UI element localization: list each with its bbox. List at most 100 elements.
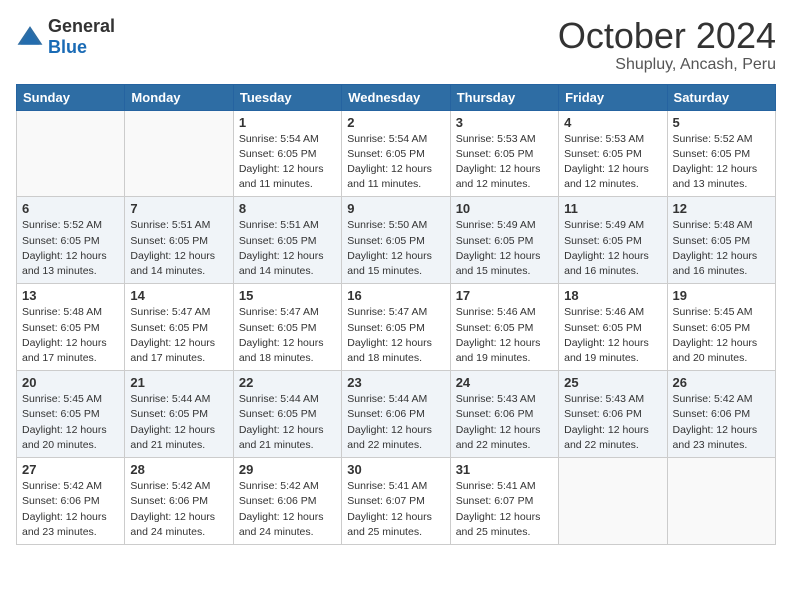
calendar-cell: 21 Sunrise: 5:44 AMSunset: 6:05 PMDayligh… (125, 371, 233, 458)
day-number: 31 (456, 462, 553, 477)
logo-blue: Blue (48, 37, 87, 57)
page-header: General Blue October 2024 Shupluy, Ancas… (16, 16, 776, 74)
day-header-tuesday: Tuesday (233, 84, 341, 110)
cell-details: Sunrise: 5:44 AMSunset: 6:05 PMDaylight:… (130, 392, 227, 453)
cell-details: Sunrise: 5:46 AMSunset: 6:05 PMDaylight:… (456, 305, 553, 366)
calendar-header-row: SundayMondayTuesdayWednesdayThursdayFrid… (17, 84, 776, 110)
day-number: 20 (22, 375, 119, 390)
cell-details: Sunrise: 5:42 AMSunset: 6:06 PMDaylight:… (673, 392, 770, 453)
calendar-cell: 17 Sunrise: 5:46 AMSunset: 6:05 PMDayligh… (450, 284, 558, 371)
cell-details: Sunrise: 5:52 AMSunset: 6:05 PMDaylight:… (673, 132, 770, 193)
day-number: 4 (564, 115, 661, 130)
calendar-cell: 16 Sunrise: 5:47 AMSunset: 6:05 PMDayligh… (342, 284, 450, 371)
day-number: 28 (130, 462, 227, 477)
calendar-cell: 11 Sunrise: 5:49 AMSunset: 6:05 PMDayligh… (559, 197, 667, 284)
day-number: 16 (347, 288, 444, 303)
calendar-week-row: 27 Sunrise: 5:42 AMSunset: 6:06 PMDayligh… (17, 458, 776, 545)
day-number: 6 (22, 201, 119, 216)
calendar-cell: 8 Sunrise: 5:51 AMSunset: 6:05 PMDaylight… (233, 197, 341, 284)
calendar-week-row: 6 Sunrise: 5:52 AMSunset: 6:05 PMDaylight… (17, 197, 776, 284)
cell-details: Sunrise: 5:47 AMSunset: 6:05 PMDaylight:… (239, 305, 336, 366)
calendar-cell: 6 Sunrise: 5:52 AMSunset: 6:05 PMDaylight… (17, 197, 125, 284)
cell-details: Sunrise: 5:54 AMSunset: 6:05 PMDaylight:… (347, 132, 444, 193)
day-header-monday: Monday (125, 84, 233, 110)
title-block: October 2024 Shupluy, Ancash, Peru (558, 16, 776, 74)
day-number: 1 (239, 115, 336, 130)
cell-details: Sunrise: 5:42 AMSunset: 6:06 PMDaylight:… (130, 479, 227, 540)
cell-details: Sunrise: 5:52 AMSunset: 6:05 PMDaylight:… (22, 218, 119, 279)
day-number: 21 (130, 375, 227, 390)
day-number: 3 (456, 115, 553, 130)
calendar-cell (559, 458, 667, 545)
cell-details: Sunrise: 5:54 AMSunset: 6:05 PMDaylight:… (239, 132, 336, 193)
cell-details: Sunrise: 5:41 AMSunset: 6:07 PMDaylight:… (456, 479, 553, 540)
day-number: 13 (22, 288, 119, 303)
cell-details: Sunrise: 5:47 AMSunset: 6:05 PMDaylight:… (130, 305, 227, 366)
day-header-thursday: Thursday (450, 84, 558, 110)
day-number: 2 (347, 115, 444, 130)
calendar-cell: 7Sunrise: 5:51 AMSunset: 6:05 PMDaylight… (125, 197, 233, 284)
day-number: 12 (673, 201, 770, 216)
calendar-cell: 2 Sunrise: 5:54 AMSunset: 6:05 PMDaylight… (342, 110, 450, 197)
cell-details: Sunrise: 5:53 AMSunset: 6:05 PMDaylight:… (564, 132, 661, 193)
day-number: 27 (22, 462, 119, 477)
cell-details: Sunrise: 5:47 AMSunset: 6:05 PMDaylight:… (347, 305, 444, 366)
cell-details: Sunrise: 5:49 AMSunset: 6:05 PMDaylight:… (564, 218, 661, 279)
cell-details: Sunrise: 5:43 AMSunset: 6:06 PMDaylight:… (564, 392, 661, 453)
day-number: 15 (239, 288, 336, 303)
calendar-cell: 26 Sunrise: 5:42 AMSunset: 6:06 PMDayligh… (667, 371, 775, 458)
calendar-cell: 19 Sunrise: 5:45 AMSunset: 6:05 PMDayligh… (667, 284, 775, 371)
calendar-cell: 29 Sunrise: 5:42 AMSunset: 6:06 PMDayligh… (233, 458, 341, 545)
calendar-cell: 5 Sunrise: 5:52 AMSunset: 6:05 PMDaylight… (667, 110, 775, 197)
logo-icon (16, 23, 44, 51)
calendar-cell: 9 Sunrise: 5:50 AMSunset: 6:05 PMDaylight… (342, 197, 450, 284)
calendar-table: SundayMondayTuesdayWednesdayThursdayFrid… (16, 84, 776, 545)
day-header-saturday: Saturday (667, 84, 775, 110)
cell-details: Sunrise: 5:48 AMSunset: 6:05 PMDaylight:… (22, 305, 119, 366)
calendar-cell: 23Sunrise: 5:44 AMSunset: 6:06 PMDayligh… (342, 371, 450, 458)
day-header-friday: Friday (559, 84, 667, 110)
location-title: Shupluy, Ancash, Peru (558, 56, 776, 74)
cell-details: Sunrise: 5:42 AMSunset: 6:06 PMDaylight:… (239, 479, 336, 540)
calendar-cell: 15 Sunrise: 5:47 AMSunset: 6:05 PMDayligh… (233, 284, 341, 371)
calendar-cell: 25 Sunrise: 5:43 AMSunset: 6:06 PMDayligh… (559, 371, 667, 458)
logo-text: General Blue (48, 16, 115, 58)
day-number: 29 (239, 462, 336, 477)
cell-details: Sunrise: 5:50 AMSunset: 6:05 PMDaylight:… (347, 218, 444, 279)
day-header-wednesday: Wednesday (342, 84, 450, 110)
day-number: 17 (456, 288, 553, 303)
calendar-cell: 4 Sunrise: 5:53 AMSunset: 6:05 PMDaylight… (559, 110, 667, 197)
calendar-cell: 20 Sunrise: 5:45 AMSunset: 6:05 PMDayligh… (17, 371, 125, 458)
calendar-cell: 18Sunrise: 5:46 AMSunset: 6:05 PMDayligh… (559, 284, 667, 371)
day-number: 9 (347, 201, 444, 216)
day-number: 19 (673, 288, 770, 303)
cell-details: Sunrise: 5:46 AMSunset: 6:05 PMDaylight:… (564, 305, 661, 366)
logo-general: General (48, 16, 115, 36)
calendar-cell: 3Sunrise: 5:53 AMSunset: 6:05 PMDaylight… (450, 110, 558, 197)
day-number: 30 (347, 462, 444, 477)
day-number: 5 (673, 115, 770, 130)
calendar-week-row: 1 Sunrise: 5:54 AMSunset: 6:05 PMDaylight… (17, 110, 776, 197)
cell-details: Sunrise: 5:45 AMSunset: 6:05 PMDaylight:… (673, 305, 770, 366)
day-number: 11 (564, 201, 661, 216)
day-number: 8 (239, 201, 336, 216)
cell-details: Sunrise: 5:51 AMSunset: 6:05 PMDaylight:… (239, 218, 336, 279)
calendar-cell: 22Sunrise: 5:44 AMSunset: 6:05 PMDayligh… (233, 371, 341, 458)
calendar-week-row: 13 Sunrise: 5:48 AMSunset: 6:05 PMDayligh… (17, 284, 776, 371)
calendar-cell: 10Sunrise: 5:49 AMSunset: 6:05 PMDayligh… (450, 197, 558, 284)
cell-details: Sunrise: 5:45 AMSunset: 6:05 PMDaylight:… (22, 392, 119, 453)
calendar-cell: 28 Sunrise: 5:42 AMSunset: 6:06 PMDayligh… (125, 458, 233, 545)
day-number: 24 (456, 375, 553, 390)
calendar-week-row: 20 Sunrise: 5:45 AMSunset: 6:05 PMDayligh… (17, 371, 776, 458)
month-title: October 2024 (558, 16, 776, 56)
day-number: 25 (564, 375, 661, 390)
day-number: 23 (347, 375, 444, 390)
cell-details: Sunrise: 5:41 AMSunset: 6:07 PMDaylight:… (347, 479, 444, 540)
day-number: 14 (130, 288, 227, 303)
day-number: 26 (673, 375, 770, 390)
calendar-cell: 24Sunrise: 5:43 AMSunset: 6:06 PMDayligh… (450, 371, 558, 458)
calendar-cell: 27Sunrise: 5:42 AMSunset: 6:06 PMDayligh… (17, 458, 125, 545)
day-header-sunday: Sunday (17, 84, 125, 110)
calendar-cell: 13 Sunrise: 5:48 AMSunset: 6:05 PMDayligh… (17, 284, 125, 371)
day-number: 7 (130, 201, 227, 216)
